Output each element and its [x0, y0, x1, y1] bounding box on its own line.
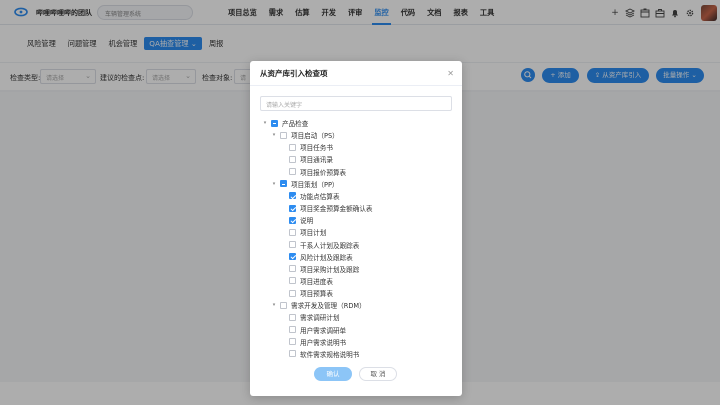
keyword-input[interactable]: 请输入关键字 [260, 96, 452, 111]
modal-title: 从资产库引入检查项 [260, 69, 328, 78]
tree-node[interactable]: 项目采购计划及跟踪 [280, 263, 359, 275]
tree-checkbox[interactable] [289, 289, 296, 297]
tree-node[interactable]: 项目通讯录 [280, 153, 333, 165]
tree-checkbox[interactable] [289, 228, 296, 236]
tree-node[interactable]: 项目报价预算表 [280, 166, 346, 178]
modal-divider [250, 85, 462, 86]
tree-node[interactable]: ▾ 项目策划（PP） [271, 178, 339, 190]
tree-node-label: 用户需求调研单 [300, 326, 347, 335]
tree-checkbox[interactable] [289, 326, 296, 334]
tree-checkbox[interactable] [289, 192, 296, 200]
tree-node-label: 风险计划及跟踪表 [300, 253, 353, 262]
tree-checkbox[interactable] [289, 204, 296, 212]
tree-node[interactable]: ▾ 产品检查 [262, 117, 308, 129]
tree-node[interactable]: 用户需求调研单 [280, 324, 346, 336]
tree-node[interactable]: ▾ 需求开发及管理（RDM） [271, 299, 366, 311]
tree-node-label: 项目启动（PS） [291, 132, 339, 141]
tree-node[interactable]: 项目奖金预算金额确认表 [280, 202, 373, 214]
tree-node[interactable]: 项目预算表 [280, 287, 333, 299]
tree-checkbox[interactable] [289, 338, 296, 346]
tree-checkbox[interactable] [280, 131, 287, 139]
tree-node-label: 项目进度表 [300, 277, 333, 286]
tree-node-label: 项目计划 [300, 229, 327, 238]
close-icon[interactable]: ✕ [447, 69, 454, 78]
tree-node-label: 功能点估算表 [300, 192, 340, 201]
tree-node[interactable]: 项目任务书 [280, 141, 333, 153]
tree-node-label: 需求调研计划 [300, 314, 340, 323]
tree-node-label: 项目预算表 [300, 290, 333, 299]
tree-checkbox[interactable] [289, 265, 296, 273]
import-modal: 从资产库引入检查项 ✕ 请输入关键字 ▾ 产品检查 ▾ 项目启动（PS） 项目任务书项目… [250, 61, 462, 396]
caret-down-icon[interactable]: ▾ [262, 120, 268, 126]
tree-node-label: 项目通讯录 [300, 156, 333, 165]
tree-node-label: 需求开发及管理（RDM） [291, 302, 366, 311]
tree-node[interactable]: ▾ 项目启动（PS） [271, 129, 339, 141]
tree-node-label: 干系人计划及跟踪表 [300, 241, 360, 250]
tree-node[interactable]: 项目计划 [280, 226, 326, 238]
tree-checkbox[interactable] [289, 155, 296, 163]
tree-checkbox[interactable] [289, 216, 296, 224]
tree-node-label: 项目奖金预算金额确认表 [300, 205, 373, 214]
tree-checkbox[interactable] [289, 143, 296, 151]
tree-checkbox[interactable] [289, 313, 296, 321]
tree-node[interactable]: 项目进度表 [280, 275, 333, 287]
tree-node[interactable]: 用户需求说明书 [280, 336, 346, 348]
tree-node-label: 用户需求说明书 [300, 338, 347, 347]
caret-down-icon[interactable]: ▾ [271, 302, 277, 308]
tree-node[interactable]: 干系人计划及跟踪表 [280, 239, 359, 251]
caret-down-icon[interactable]: ▾ [271, 181, 277, 187]
tree-node[interactable]: 风险计划及跟踪表 [280, 251, 353, 263]
tree-checkbox[interactable] [289, 350, 296, 358]
tree-node[interactable]: 软件需求规格说明书 [280, 348, 359, 360]
tree-node-label: 项目策划（PP） [291, 180, 339, 189]
tree-node[interactable]: 需求调研计划 [280, 311, 340, 323]
tree-node-label: 项目报价预算表 [300, 168, 347, 177]
tree-node-label: 说明 [300, 217, 314, 226]
tree-node[interactable]: 说明 [280, 214, 313, 226]
tree-checkbox[interactable] [289, 168, 296, 176]
tree-node-label: 项目采购计划及跟踪 [300, 265, 360, 274]
tree-checkbox[interactable] [289, 253, 296, 261]
tree-checkbox[interactable] [289, 241, 296, 248]
caret-down-icon[interactable]: ▾ [271, 132, 277, 138]
tree-checkbox[interactable] [289, 277, 296, 285]
keyword-input-placeholder: 请输入关键字 [266, 102, 303, 109]
tree-checkbox[interactable] [271, 119, 278, 127]
tree-checkbox[interactable] [280, 301, 287, 309]
tree-node[interactable]: 功能点估算表 [280, 190, 340, 202]
tree-checkbox[interactable] [280, 180, 287, 188]
confirm-button[interactable]: 确认 [314, 367, 352, 381]
cancel-button[interactable]: 取 消 [359, 367, 397, 381]
tree-node-label: 软件需求规格说明书 [300, 350, 360, 359]
tree-node-label: 产品检查 [282, 120, 309, 128]
tree-node-label: 项目任务书 [300, 144, 333, 153]
